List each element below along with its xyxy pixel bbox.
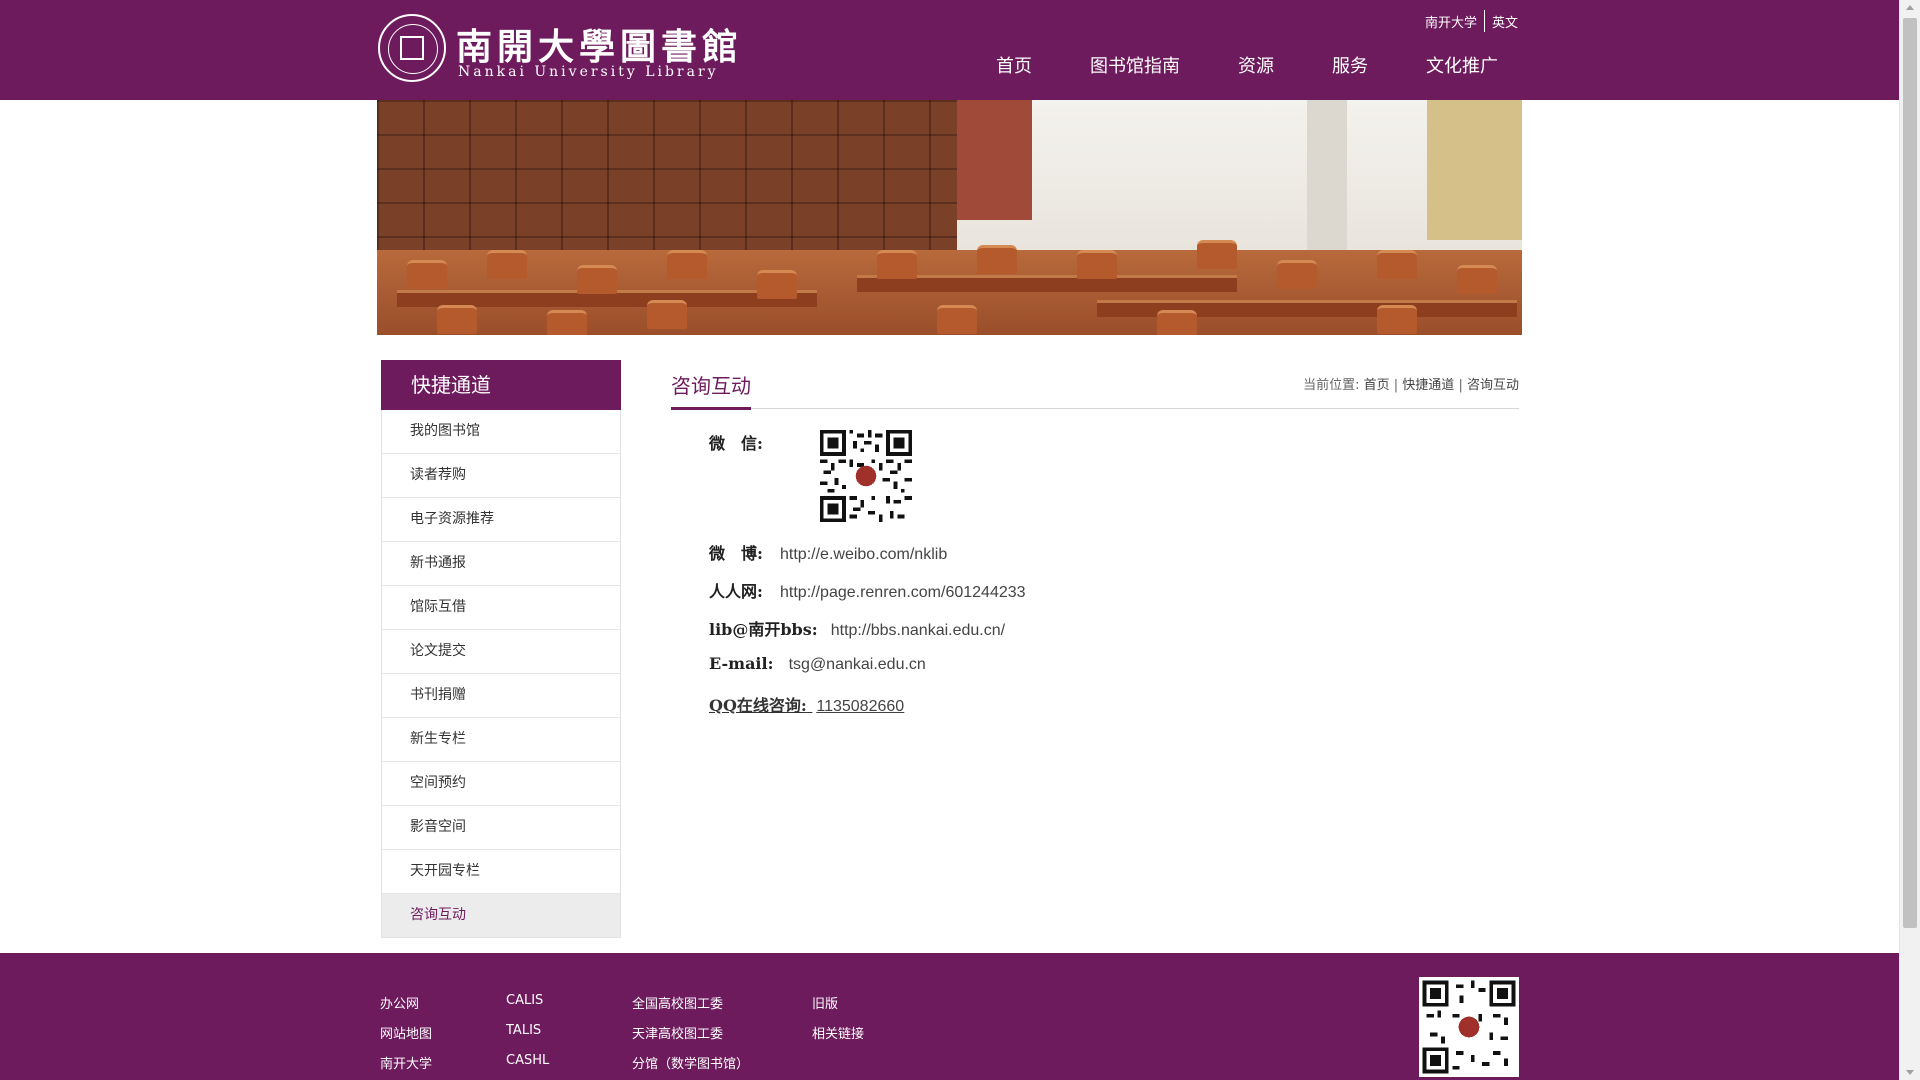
- banner-image: [377, 100, 1522, 335]
- breadcrumb-current[interactable]: 咨询互动: [1467, 378, 1519, 393]
- footer-column-4: 旧版 相关链接: [812, 993, 864, 1053]
- footer-link-national-committee[interactable]: 全国高校图工委: [632, 993, 749, 1012]
- footer-link-tianjin-committee[interactable]: 天津高校图工委: [632, 1023, 749, 1042]
- sidebar-item-tiankai-park[interactable]: 天开园专栏: [382, 850, 620, 894]
- sidebar-item-space-booking[interactable]: 空间预约: [382, 762, 620, 806]
- email-row: E-mail: tsg@nankai.edu.cn: [709, 654, 926, 674]
- top-link-nankai[interactable]: 南开大学: [1425, 12, 1477, 31]
- sidebar-item-donation[interactable]: 书刊捐赠: [382, 674, 620, 718]
- library-logo[interactable]: 南開大學圖書館 Nankai University Library: [378, 14, 738, 86]
- sidebar-list: 我的图书馆 读者荐购 电子资源推荐 新书通报 馆际互借 论文提交 书刊捐赠 新生…: [381, 410, 621, 938]
- qq-consult-link[interactable]: QQ在线咨询: 1135082660: [709, 692, 904, 716]
- renren-value: http://page.renren.com/601244233: [780, 584, 1026, 601]
- sidebar-item-eresource-recommend[interactable]: 电子资源推荐: [382, 498, 620, 542]
- logo-english-name: Nankai University Library: [458, 64, 719, 80]
- scroll-up-arrow-icon[interactable]: [1906, 5, 1914, 10]
- page-title: 咨询互动: [671, 374, 751, 398]
- sidebar-item-new-books[interactable]: 新书通报: [382, 542, 620, 586]
- breadcrumb-home[interactable]: 首页: [1364, 378, 1390, 393]
- page: 南開大學圖書館 Nankai University Library 南开大学 英…: [0, 0, 1899, 1080]
- content-header: 咨询互动 当前位置: 首页 | 快捷通道 | 咨询互动: [671, 360, 1519, 410]
- sidebar: 快捷通道 我的图书馆 读者荐购 电子资源推荐 新书通报 馆际互借 论文提交 书刊…: [381, 360, 621, 938]
- renren-label: 人人网:: [709, 582, 763, 601]
- footer-link-talis[interactable]: TALIS: [506, 1023, 549, 1040]
- email-value: tsg@nankai.edu.cn: [788, 656, 926, 673]
- footer-column-3: 全国高校图工委 天津高校图工委 分馆（数学图书馆）: [632, 993, 749, 1080]
- footer-column-2: CALIS TALIS CASHL: [506, 993, 549, 1080]
- sidebar-title: 快捷通道: [381, 360, 621, 410]
- breadcrumb-sep: |: [1458, 378, 1463, 393]
- footer-link-branch-library[interactable]: 分馆（数学图书馆）: [632, 1053, 749, 1072]
- footer-link-old-version[interactable]: 旧版: [812, 993, 864, 1012]
- weibo-value: http://e.weibo.com/nklib: [780, 546, 948, 563]
- main-content: 咨询互动 当前位置: 首页 | 快捷通道 | 咨询互动 微 信: 微 博: ht…: [671, 360, 1519, 715]
- weibo-row: 微 博: http://e.weibo.com/nklib: [709, 540, 947, 564]
- wechat-row: 微 信:: [709, 430, 763, 454]
- footer-link-related[interactable]: 相关链接: [812, 1023, 864, 1042]
- breadcrumb-quick[interactable]: 快捷通道: [1402, 378, 1454, 393]
- footer-link-office[interactable]: 办公网: [380, 993, 432, 1012]
- sidebar-item-freshmen[interactable]: 新生专栏: [382, 718, 620, 762]
- footer-link-cashl[interactable]: CASHL: [506, 1053, 549, 1070]
- footer-link-sitemap[interactable]: 网站地图: [380, 1023, 432, 1042]
- nav-culture[interactable]: 文化推广: [1426, 52, 1498, 78]
- top-links: 南开大学 英文: [1425, 10, 1518, 32]
- footer-qr-code-icon: [1419, 977, 1519, 1077]
- page-scrollbar[interactable]: [1899, 0, 1920, 1080]
- sidebar-item-my-library[interactable]: 我的图书馆: [382, 410, 620, 454]
- renren-row: 人人网: http://page.renren.com/601244233: [709, 578, 1026, 602]
- footer-link-nankai[interactable]: 南开大学: [380, 1053, 432, 1072]
- bbs-value: http://bbs.nankai.edu.cn/: [830, 622, 1006, 639]
- header: 南開大學圖書館 Nankai University Library 南开大学 英…: [0, 0, 1899, 100]
- qr-code-icon: [820, 430, 912, 522]
- breadcrumb-sep: |: [1393, 378, 1399, 393]
- sidebar-item-thesis-submit[interactable]: 论文提交: [382, 630, 620, 674]
- footer-link-calis[interactable]: CALIS: [506, 993, 549, 1010]
- main-nav: 首页 图书馆指南 资源 服务 文化推广: [996, 52, 1498, 78]
- bbs-label: lib@南开bbs:: [709, 620, 818, 639]
- qq-label: QQ在线咨询:: [709, 696, 807, 715]
- seal-logo-icon: [378, 14, 446, 82]
- scroll-down-arrow-icon[interactable]: [1906, 1070, 1914, 1075]
- sidebar-item-interlibrary-loan[interactable]: 馆际互借: [382, 586, 620, 630]
- nav-resources[interactable]: 资源: [1238, 52, 1274, 78]
- wechat-label: 微 信:: [709, 434, 763, 453]
- breadcrumb: 当前位置: 首页 | 快捷通道 | 咨询互动: [1303, 374, 1519, 393]
- title-underline: [671, 407, 751, 410]
- qq-value: 1135082660: [816, 698, 905, 715]
- nav-services[interactable]: 服务: [1332, 52, 1368, 78]
- email-label: E-mail:: [709, 654, 774, 673]
- footer: 办公网 网站地图 南开大学 CALIS TALIS CASHL 全国高校图工委 …: [0, 953, 1899, 1080]
- footer-column-1: 办公网 网站地图 南开大学: [380, 993, 432, 1080]
- scrollbar-thumb[interactable]: [1903, 18, 1917, 928]
- weibo-label: 微 博:: [709, 544, 763, 563]
- top-link-english[interactable]: 英文: [1492, 12, 1518, 31]
- breadcrumb-prefix: 当前位置:: [1303, 378, 1360, 393]
- nav-library-guide[interactable]: 图书馆指南: [1090, 52, 1180, 78]
- nav-home[interactable]: 首页: [996, 52, 1032, 78]
- sidebar-item-recommend-purchase[interactable]: 读者荐购: [382, 454, 620, 498]
- bbs-row: lib@南开bbs: http://bbs.nankai.edu.cn/: [709, 616, 1005, 640]
- sidebar-item-av-space[interactable]: 影音空间: [382, 806, 620, 850]
- divider: [1483, 10, 1485, 32]
- sidebar-item-consult[interactable]: 咨询互动: [382, 894, 620, 937]
- logo-chinese-name: 南開大學圖書館: [456, 26, 744, 68]
